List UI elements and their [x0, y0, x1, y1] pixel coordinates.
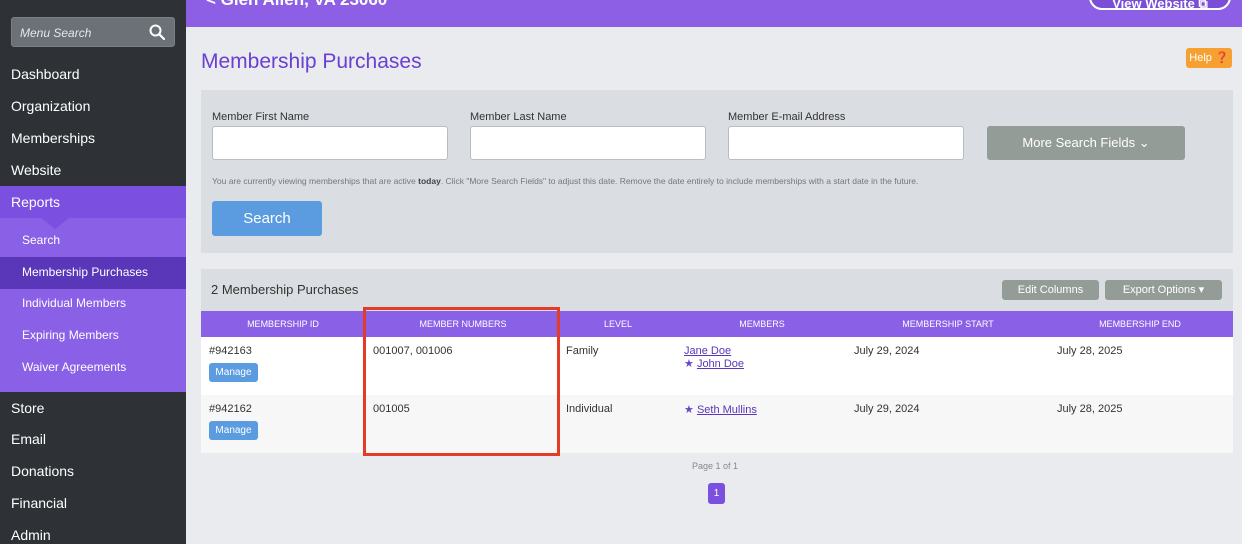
pager-text: Page 1 of 1: [692, 461, 739, 471]
sidebar-item-dashboard[interactable]: Dashboard: [0, 58, 186, 90]
sidebar-item-email[interactable]: Email: [0, 423, 186, 455]
sidebar-item-memberships[interactable]: Memberships: [0, 122, 186, 154]
submenu-item-expiring-members[interactable]: Expiring Members: [0, 320, 186, 352]
first-name-label: Member First Name: [212, 111, 310, 123]
results-panel: 2 Membership Purchases Edit Columns Expo…: [201, 269, 1233, 454]
reports-submenu: Search Membership Purchases Individual M…: [0, 218, 186, 392]
table-header: Membership ID Member Numbers Level Membe…: [201, 311, 1233, 337]
member-numbers-highlight: [363, 307, 560, 456]
pager-page-button[interactable]: 1: [708, 483, 725, 504]
column-header-membership-end[interactable]: Membership End: [1047, 311, 1233, 337]
email-label: Member E-mail Address: [728, 111, 846, 123]
edit-columns-button[interactable]: Edit Columns: [1002, 280, 1099, 300]
star-icon: ★: [684, 404, 694, 416]
table-body: #942163 Manage 001007, 001006 Family Jan…: [201, 337, 1233, 453]
sidebar-item-financial[interactable]: Financial: [0, 487, 186, 519]
membership-level: Individual: [566, 403, 613, 415]
menu-search-input[interactable]: Menu Search: [11, 17, 175, 47]
date-note: You are currently viewing memberships th…: [212, 176, 919, 186]
more-search-fields-button[interactable]: More Search Fields ⌄: [987, 126, 1185, 160]
last-name-input[interactable]: [470, 126, 706, 160]
search-button[interactable]: Search: [212, 201, 322, 236]
menu-search-placeholder: Menu Search: [20, 26, 92, 40]
last-name-label: Member Last Name: [470, 111, 567, 123]
submenu-item-membership-purchases[interactable]: Membership Purchases: [0, 257, 186, 289]
results-count: 2 Membership Purchases: [211, 282, 359, 297]
member-cell: ★ Seth Mullins: [684, 403, 757, 416]
search-panel: Member First Name Member Last Name Membe…: [201, 90, 1233, 253]
first-name-input[interactable]: [212, 126, 448, 160]
view-website-button[interactable]: View Website ⧉: [1089, 0, 1231, 11]
export-options-button[interactable]: Export Options ▾: [1105, 280, 1222, 300]
membership-start: July 29, 2024: [854, 345, 920, 357]
sidebar: Menu Search Dashboard Organization Membe…: [0, 0, 186, 544]
top-bar: < Glen Allen, VA 23060 View Website ⧉: [186, 0, 1242, 27]
active-caret: [41, 218, 69, 229]
column-header-membership-id[interactable]: Membership ID: [201, 311, 365, 337]
help-button[interactable]: Help ❓: [1186, 48, 1232, 68]
page-title: Membership Purchases: [201, 50, 422, 73]
member-link[interactable]: John Doe: [697, 358, 744, 370]
membership-start: July 29, 2024: [854, 403, 920, 415]
sidebar-item-website[interactable]: Website: [0, 154, 186, 186]
sidebar-item-admin[interactable]: Admin: [0, 519, 186, 544]
table-row: #942163 Manage 001007, 001006 Family Jan…: [201, 337, 1233, 395]
membership-id: #942163: [209, 345, 252, 357]
sidebar-item-store[interactable]: Store: [0, 392, 186, 424]
membership-id: #942162: [209, 403, 252, 415]
table-row: #942162 Manage 001005 Individual ★ Seth …: [201, 395, 1233, 453]
sidebar-item-donations[interactable]: Donations: [0, 455, 186, 487]
results-header: 2 Membership Purchases Edit Columns Expo…: [201, 269, 1233, 311]
column-header-members[interactable]: Members: [675, 311, 849, 337]
submenu-item-individual-members[interactable]: Individual Members: [0, 288, 186, 320]
star-icon: ★: [684, 358, 694, 370]
membership-end: July 28, 2025: [1057, 345, 1123, 357]
column-header-membership-start[interactable]: Membership Start: [849, 311, 1047, 337]
sidebar-item-organization[interactable]: Organization: [0, 90, 186, 122]
membership-level: Family: [566, 345, 599, 357]
member-link[interactable]: Jane Doe: [684, 345, 731, 357]
email-input[interactable]: [728, 126, 964, 160]
submenu-item-waiver-agreements[interactable]: Waiver Agreements: [0, 352, 186, 384]
sidebar-item-reports[interactable]: Reports: [0, 186, 186, 218]
member-link[interactable]: Seth Mullins: [697, 404, 757, 416]
manage-button[interactable]: Manage: [209, 421, 258, 440]
manage-button[interactable]: Manage: [209, 363, 258, 382]
search-icon[interactable]: [149, 24, 165, 40]
membership-end: July 28, 2025: [1057, 403, 1123, 415]
member-cell: Jane Doe ★ John Doe: [684, 345, 744, 370]
site-location-link[interactable]: < Glen Allen, VA 23060: [206, 0, 387, 10]
submenu-item-search[interactable]: Search: [0, 225, 186, 257]
column-header-level[interactable]: Level: [561, 311, 675, 337]
